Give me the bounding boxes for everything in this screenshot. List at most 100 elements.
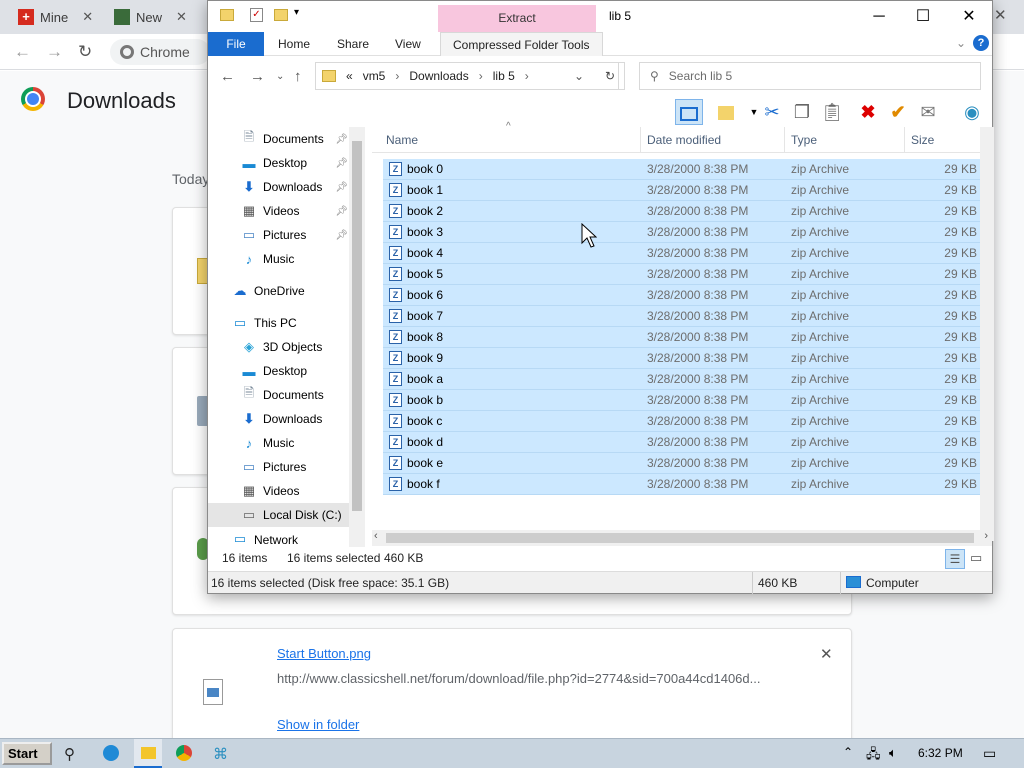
column-header-size[interactable]: Size: [911, 133, 934, 147]
tab-compressed-folder-tools[interactable]: Compressed Folder Tools: [440, 32, 603, 56]
volume-icon[interactable]: 🔈︎: [889, 745, 897, 761]
up-arrow-icon[interactable]: ↑: [294, 68, 302, 85]
back-arrow-icon[interactable]: ←: [14, 42, 31, 62]
recent-locations-icon[interactable]: ⌄: [276, 71, 284, 82]
nav-item-videos[interactable]: ▦ Videos 📌︎: [208, 199, 350, 223]
nav-item-pictures[interactable]: ▭ Pictures 📌︎: [208, 223, 350, 247]
properties-check-icon[interactable]: ✔: [884, 99, 912, 125]
edge-icon[interactable]: [103, 745, 119, 761]
nav-item-pictures[interactable]: ▭ Pictures: [208, 455, 350, 479]
file-row[interactable]: Zbook 3 3/28/2000 8:38 PM zip Archive 29 KB: [383, 222, 981, 243]
nav-scroll-thumb[interactable]: [352, 141, 362, 511]
file-row[interactable]: Zbook 0 3/28/2000 8:38 PM zip Archive 29 KB: [383, 159, 981, 180]
scroll-right-icon[interactable]: ›: [984, 530, 988, 542]
nav-item-desktop[interactable]: ▬ Desktop: [208, 359, 350, 383]
forward-arrow-icon[interactable]: →: [250, 68, 265, 85]
tab-home[interactable]: Home: [266, 32, 322, 56]
nav-item-desktop[interactable]: ▬ Desktop 📌︎: [208, 151, 350, 175]
file-row[interactable]: Zbook 8 3/28/2000 8:38 PM zip Archive 29 KB: [383, 327, 981, 348]
nav-item-network[interactable]: ▭ Network: [208, 531, 350, 547]
network-icon[interactable]: 🖧︎: [866, 745, 881, 767]
qat-dropdown-icon[interactable]: ▾: [294, 7, 299, 18]
copy-icon[interactable]: ❐: [788, 99, 816, 125]
chrome-tab-1[interactable]: + Mine ✕: [0, 4, 102, 30]
forward-arrow-icon[interactable]: →: [46, 42, 63, 62]
breadcrumb-downloads[interactable]: Downloads: [409, 69, 468, 83]
column-divider[interactable]: [784, 127, 785, 153]
file-row[interactable]: Zbook a 3/28/2000 8:38 PM zip Archive 29 KB: [383, 369, 981, 390]
download-filename-link[interactable]: Start Button.png: [277, 646, 371, 661]
chevron-up-icon[interactable]: ⌃: [843, 745, 853, 759]
tab-view[interactable]: View: [383, 32, 433, 56]
email-icon[interactable]: ✉: [914, 99, 942, 125]
nav-item-music[interactable]: ♪ Music: [208, 247, 350, 271]
details-view-icon[interactable]: ☰: [945, 549, 965, 569]
file-row[interactable]: Zbook c 3/28/2000 8:38 PM zip Archive 29 KB: [383, 411, 981, 432]
scroll-left-icon[interactable]: ‹: [374, 530, 378, 542]
column-divider[interactable]: [640, 127, 641, 153]
close-icon[interactable]: ✕: [82, 9, 93, 25]
show-in-folder-link[interactable]: Show in folder: [277, 717, 359, 732]
back-arrow-icon[interactable]: ←: [220, 68, 235, 85]
expand-ribbon-icon[interactable]: ⌄: [956, 36, 966, 50]
network-globe-icon[interactable]: ◉: [958, 99, 986, 125]
context-tab-extract[interactable]: Extract: [438, 5, 596, 32]
refresh-button[interactable]: ↻: [596, 62, 625, 90]
help-icon[interactable]: ?: [973, 35, 989, 51]
search-icon[interactable]: ⚲: [64, 745, 75, 763]
omnibox[interactable]: Chrome: [110, 39, 210, 65]
nav-item-local-disk[interactable]: ▭ Local Disk (C:): [208, 503, 350, 527]
nav-item-documents[interactable]: 🗎 Documents 📌︎: [208, 127, 350, 151]
notification-icon[interactable]: ▭: [983, 745, 996, 762]
remove-download-icon[interactable]: ✕: [820, 645, 833, 663]
nav-item-downloads[interactable]: ⬇ Downloads: [208, 407, 350, 431]
app-icon[interactable]: ⌘: [213, 745, 228, 763]
close-button[interactable]: ✕: [946, 5, 992, 29]
new-folder-icon[interactable]: [274, 9, 288, 21]
preview-pane-icon[interactable]: [675, 99, 703, 125]
breadcrumb-lib5[interactable]: lib 5: [493, 69, 515, 83]
column-header-type[interactable]: Type: [791, 133, 817, 147]
file-row[interactable]: Zbook 2 3/28/2000 8:38 PM zip Archive 29 KB: [383, 201, 981, 222]
cut-icon[interactable]: ✂: [758, 99, 786, 125]
delete-icon[interactable]: ✖: [854, 99, 882, 125]
file-list-vscrollbar[interactable]: [980, 127, 994, 541]
address-overflow[interactable]: «: [346, 69, 353, 83]
chrome-tab-2[interactable]: New ✕: [96, 4, 206, 30]
address-dropdown-icon[interactable]: ⌄: [574, 69, 584, 83]
tab-share[interactable]: Share: [325, 32, 381, 56]
clock[interactable]: 6:32 PM: [918, 746, 963, 760]
h-scroll-thumb[interactable]: [386, 533, 974, 543]
file-row[interactable]: Zbook b 3/28/2000 8:38 PM zip Archive 29 KB: [383, 390, 981, 411]
file-row[interactable]: Zbook 7 3/28/2000 8:38 PM zip Archive 29 KB: [383, 306, 981, 327]
paste-icon[interactable]: 📋︎: [818, 99, 846, 125]
file-row[interactable]: Zbook 5 3/28/2000 8:38 PM zip Archive 29 KB: [383, 264, 981, 285]
nav-item-videos[interactable]: ▦ Videos: [208, 479, 350, 503]
nav-scrollbar[interactable]: [349, 127, 365, 547]
nav-item-this-pc[interactable]: ▭ This PC: [208, 311, 350, 335]
folder-options-icon[interactable]: [712, 99, 740, 125]
nav-item-documents[interactable]: 🗎 Documents: [208, 383, 350, 407]
properties-icon[interactable]: ✓: [250, 8, 263, 22]
file-row[interactable]: Zbook d 3/28/2000 8:38 PM zip Archive 29 KB: [383, 432, 981, 453]
breadcrumb-vm5[interactable]: vm5: [363, 69, 386, 83]
reload-icon[interactable]: ↻: [78, 42, 92, 62]
address-bar[interactable]: « vm5 › Downloads › lib 5 › ⌄: [315, 62, 619, 90]
file-row[interactable]: Zbook 6 3/28/2000 8:38 PM zip Archive 29 KB: [383, 285, 981, 306]
close-icon[interactable]: ✕: [176, 9, 187, 25]
chrome-icon[interactable]: [176, 745, 192, 761]
nav-item-downloads[interactable]: ⬇ Downloads 📌︎: [208, 175, 350, 199]
nav-item-3d-objects[interactable]: ◈ 3D Objects: [208, 335, 350, 359]
nav-item-onedrive[interactable]: ☁ OneDrive: [208, 279, 350, 303]
file-row[interactable]: Zbook f 3/28/2000 8:38 PM zip Archive 29 KB: [383, 474, 981, 495]
start-button[interactable]: Start: [2, 742, 52, 765]
file-row[interactable]: Zbook 1 3/28/2000 8:38 PM zip Archive 29 KB: [383, 180, 981, 201]
file-explorer-taskbar-button[interactable]: [134, 739, 162, 768]
tab-file[interactable]: File: [208, 32, 264, 56]
search-box[interactable]: ⚲ Search lib 5: [639, 62, 981, 90]
file-row[interactable]: Zbook 4 3/28/2000 8:38 PM zip Archive 29 KB: [383, 243, 981, 264]
minimize-button[interactable]: ─: [856, 5, 902, 29]
large-icons-view-icon[interactable]: ▭: [970, 550, 982, 566]
column-header-name[interactable]: Name: [386, 133, 418, 147]
file-list-hscrollbar[interactable]: ‹ ›: [372, 530, 992, 546]
